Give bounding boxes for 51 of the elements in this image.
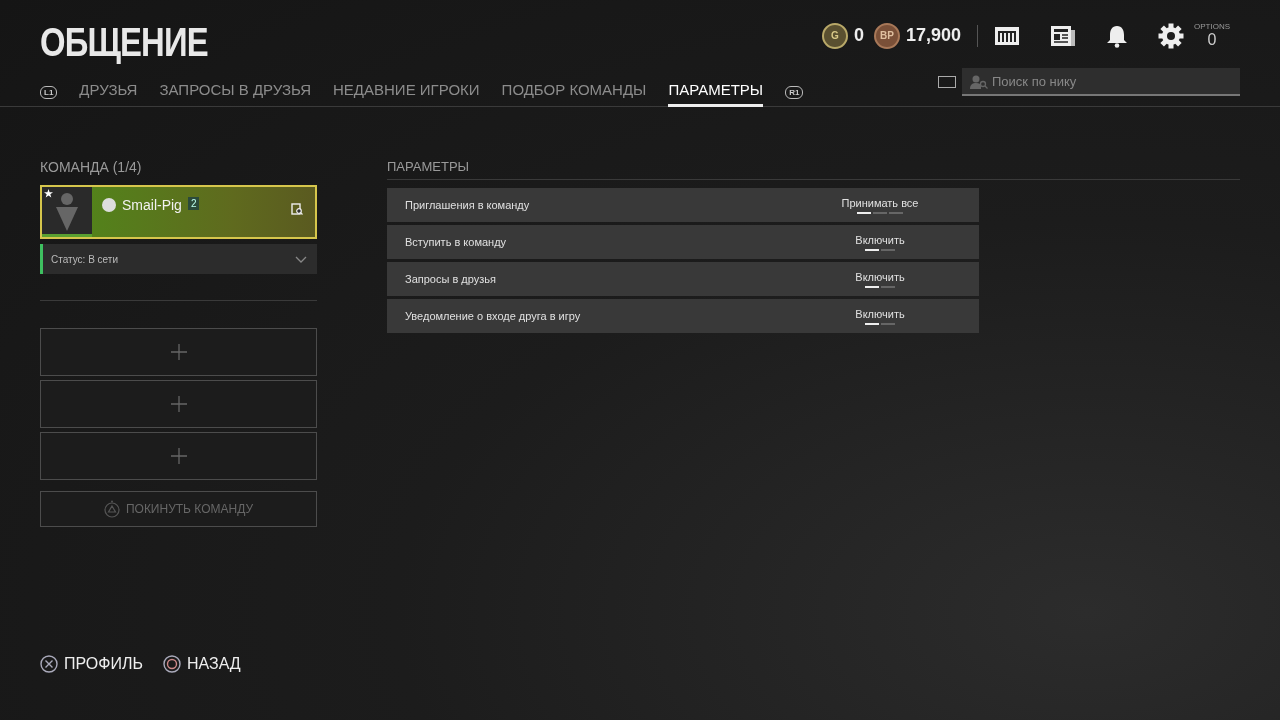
currency-amount: 17,900 [905,25,961,46]
shoulder-button-hint: L1 [40,86,58,99]
currency-amount: 0 [853,25,864,46]
search-field[interactable]: Поиск по нику [962,68,1240,96]
tab[interactable]: ДРУЗЬЯ [79,78,138,107]
tab[interactable]: ПАРАМЕТРЫ [668,78,764,107]
bell-icon[interactable] [1106,23,1128,48]
plus-icon [170,396,187,412]
tab[interactable]: ЗАПРОСЫ В ДРУЗЬЯ [159,78,312,107]
setting-row[interactable]: Запросы в друзья Включить [387,262,979,296]
triangle-button-icon [103,500,120,518]
setting-value: Принимать все [841,196,919,209]
plus-icon [170,344,187,360]
plus-icon [170,448,187,464]
options-count: 0 [1207,31,1217,49]
setting-row[interactable]: Приглашения в команду Принимать все [387,188,979,222]
setting-value: Включить [855,233,905,246]
player-name: Smail-Pig [122,197,182,213]
options-label: OPTIONS [1194,22,1230,31]
circle-button-icon [162,655,181,673]
setting-value: Включить [855,307,905,320]
cross-button-icon [40,655,58,673]
footer-action[interactable]: ПРОФИЛЬ [40,655,143,673]
profile-search-icon[interactable] [291,203,303,215]
settings-icon[interactable] [1158,22,1184,49]
setting-label: Уведомление о входе друга в игру [404,310,582,322]
user-search-icon [970,75,988,89]
setting-row[interactable]: Уведомление о входе друга в игру Включить [387,299,979,333]
news-icon[interactable] [1050,24,1076,47]
setting-label: Запросы в друзья [404,273,497,285]
coin-icon: G [821,22,848,49]
settings-heading: ПАРАМЕТРЫ [387,159,1240,180]
footer-action[interactable]: НАЗАД [162,655,241,673]
tab[interactable]: ПОДБОР КОМАНДЫ [501,78,647,107]
avatar-silhouette-icon [55,193,79,233]
checkbox-icon[interactable] [938,76,956,88]
setting-row[interactable]: Вступить в команду Включить [387,225,979,259]
status-dropdown[interactable]: Статус: В сети [40,244,317,274]
setting-value: Включить [855,270,905,283]
platform-icon [102,198,116,212]
chevron-down-icon [295,255,307,263]
setting-label: Вступить в команду [404,236,508,248]
shoulder-button-hint: R1 [785,86,804,99]
tab[interactable]: НЕДАВНИЕ ИГРОКИ [333,78,480,107]
team-member-card[interactable]: Smail-Pig 2 [40,185,317,239]
player-level: 2 [187,197,200,210]
team-heading: КОМАНДА (1/4) [40,159,143,175]
store-icon[interactable] [994,24,1020,47]
coin-icon: BP [873,22,900,49]
page-title: ОБЩЕНИЕ [40,20,208,65]
setting-label: Приглашения в команду [404,199,531,211]
